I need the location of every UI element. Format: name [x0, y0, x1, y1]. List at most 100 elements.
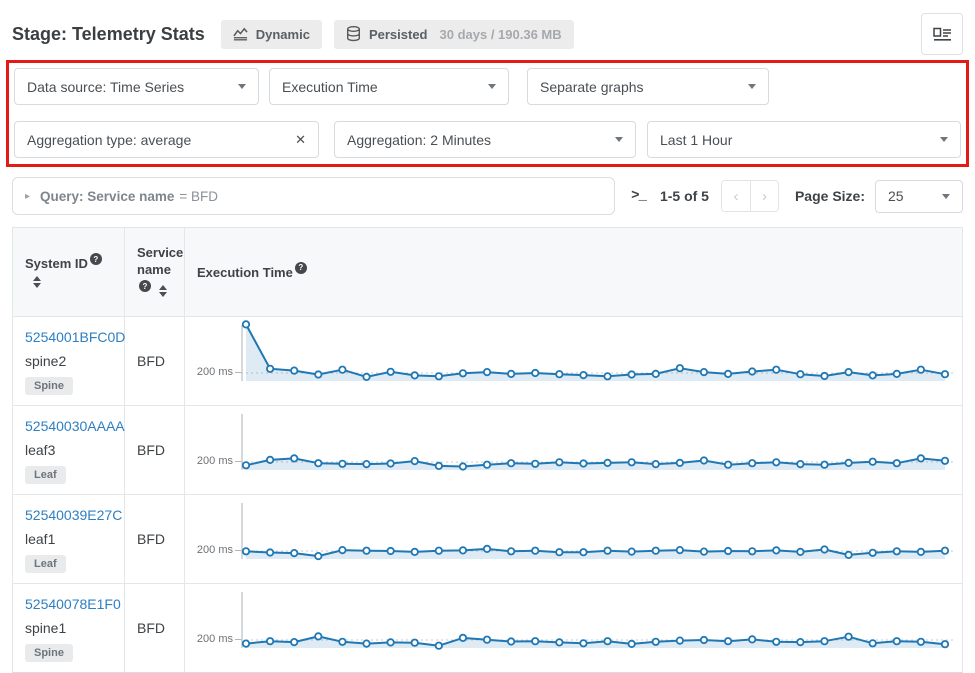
results-count: 1-5 of 5 — [660, 188, 709, 204]
dynamic-badge: Dynamic — [221, 20, 322, 49]
table-header-row: System ID? Service name ? Execution Time… — [13, 228, 962, 316]
execution-time-chart[interactable] — [241, 497, 954, 579]
service-name-cell: BFD — [125, 584, 185, 672]
y-axis-label: 200 ms — [195, 455, 241, 494]
table-row: 52540078E1F0 spine1 Spine BFD 200 ms — [13, 583, 962, 672]
y-axis-label: 200 ms — [195, 633, 241, 672]
chart-container — [241, 319, 954, 405]
system-id-link[interactable]: 52540030AAAA — [25, 418, 125, 434]
clear-icon[interactable]: ✕ — [295, 132, 306, 148]
page-size-label: Page Size: — [795, 188, 865, 204]
layout-icon — [933, 26, 952, 42]
telemetry-stats-page: Stage: Telemetry Stats Dynamic Persisted… — [0, 0, 975, 673]
role-badge: Leaf — [25, 555, 66, 573]
chart-container — [241, 408, 954, 494]
help-icon[interactable]: ? — [90, 253, 102, 265]
chart-line-icon — [233, 27, 248, 41]
role-badge: Leaf — [25, 466, 66, 484]
help-icon[interactable]: ? — [295, 262, 307, 274]
chevron-down-icon — [942, 194, 950, 199]
chevron-down-icon — [940, 137, 948, 142]
hostname: leaf3 — [25, 442, 112, 458]
table-row: 52540030AAAA leaf3 Leaf BFD 200 ms — [13, 405, 962, 494]
system-id-link[interactable]: 52540039E27C — [25, 507, 122, 523]
hostname: spine1 — [25, 620, 112, 636]
prev-page-button[interactable]: ‹ — [722, 181, 750, 211]
y-axis-label: 200 ms — [195, 366, 241, 405]
expand-caret-icon: ▸ — [25, 191, 30, 202]
chart-container — [241, 497, 954, 583]
metric-select[interactable]: Execution Time — [269, 68, 509, 105]
dynamic-badge-label: Dynamic — [256, 27, 310, 42]
help-icon[interactable]: ? — [139, 280, 151, 292]
chevron-down-icon — [488, 84, 496, 89]
layout-toggle-button[interactable] — [921, 13, 963, 55]
filter-row-2: Aggregation type: average ✕ Aggregation:… — [14, 121, 961, 158]
execution-time-chart[interactable] — [241, 319, 954, 401]
execution-time-cell: 200 ms — [185, 495, 962, 583]
graph-mode-value: Separate graphs — [540, 79, 740, 95]
column-header-execution-time: Execution Time? — [185, 228, 962, 316]
sort-icon[interactable] — [33, 276, 41, 288]
table-row: 5254001BFC0D spine2 Spine BFD 200 ms — [13, 316, 962, 405]
aggregation-value: Aggregation: 2 Minutes — [347, 132, 607, 148]
console-icon[interactable]: >_ — [631, 188, 646, 204]
page-title: Stage: Telemetry Stats — [12, 24, 205, 45]
service-name-cell: BFD — [125, 495, 185, 583]
persisted-retention-text: 30 days / 190.36 MB — [440, 27, 562, 42]
persisted-badge-label: Persisted — [369, 27, 428, 42]
execution-time-cell: 200 ms — [185, 584, 962, 672]
y-axis-label: 200 ms — [195, 544, 241, 583]
execution-time-header-label: Execution Time — [197, 265, 293, 280]
table-row: 52540039E27C leaf1 Leaf BFD 200 ms — [13, 494, 962, 583]
system-id-link[interactable]: 52540078E1F0 — [25, 596, 121, 612]
page-header: Stage: Telemetry Stats Dynamic Persisted… — [12, 12, 963, 56]
execution-time-cell: 200 ms — [185, 406, 962, 494]
chart-container — [241, 586, 954, 672]
query-label: Query: Service name — [40, 189, 174, 204]
time-range-value: Last 1 Hour — [660, 132, 932, 148]
system-id-link[interactable]: 5254001BFC0D — [25, 329, 125, 345]
system-id-cell: 52540039E27C leaf1 Leaf — [13, 495, 125, 583]
role-badge: Spine — [25, 644, 73, 662]
query-expander[interactable]: ▸ Query: Service name = BFD — [12, 177, 615, 215]
page-size-select[interactable]: 25 — [875, 180, 963, 213]
data-source-select[interactable]: Data source: Time Series — [14, 68, 259, 105]
chevron-down-icon — [615, 137, 623, 142]
data-source-value: Data source: Time Series — [27, 79, 230, 95]
aggregation-type-pill[interactable]: Aggregation type: average ✕ — [14, 121, 319, 158]
service-name-cell: BFD — [125, 406, 185, 494]
database-icon — [346, 26, 361, 42]
filters-annotation-box: Data source: Time Series Execution Time … — [6, 60, 969, 167]
next-page-button[interactable]: › — [750, 181, 778, 211]
persisted-badge: Persisted 30 days / 190.36 MB — [334, 20, 574, 49]
page-size-value: 25 — [888, 188, 934, 204]
hostname: leaf1 — [25, 531, 112, 547]
chevron-down-icon — [748, 84, 756, 89]
system-id-cell: 52540030AAAA leaf3 Leaf — [13, 406, 125, 494]
column-header-service-name: Service name ? — [125, 228, 185, 316]
query-value: = BFD — [179, 189, 218, 204]
query-toolbar: ▸ Query: Service name = BFD >_ 1-5 of 5 … — [12, 177, 963, 215]
execution-time-chart[interactable] — [241, 408, 954, 490]
role-badge: Spine — [25, 377, 73, 395]
aggregation-select[interactable]: Aggregation: 2 Minutes — [334, 121, 636, 158]
hostname: spine2 — [25, 353, 112, 369]
chevron-down-icon — [238, 84, 246, 89]
aggregation-type-value: Aggregation type: average — [27, 132, 287, 148]
time-range-select[interactable]: Last 1 Hour — [647, 121, 961, 158]
filter-row-1: Data source: Time Series Execution Time … — [14, 68, 961, 105]
telemetry-table: System ID? Service name ? Execution Time… — [12, 227, 963, 673]
column-header-system-id: System ID? — [13, 228, 125, 316]
graph-mode-select[interactable]: Separate graphs — [527, 68, 769, 105]
system-id-header-label: System ID — [25, 256, 88, 271]
sort-icon[interactable] — [159, 285, 167, 297]
system-id-cell: 52540078E1F0 spine1 Spine — [13, 584, 125, 672]
metric-value: Execution Time — [282, 79, 480, 95]
pagination-controls: ‹ › — [721, 180, 779, 212]
service-name-cell: BFD — [125, 317, 185, 405]
execution-time-chart[interactable] — [241, 586, 954, 668]
execution-time-cell: 200 ms — [185, 317, 962, 405]
service-name-header-label: Service name — [137, 245, 183, 277]
system-id-cell: 5254001BFC0D spine2 Spine — [13, 317, 125, 405]
